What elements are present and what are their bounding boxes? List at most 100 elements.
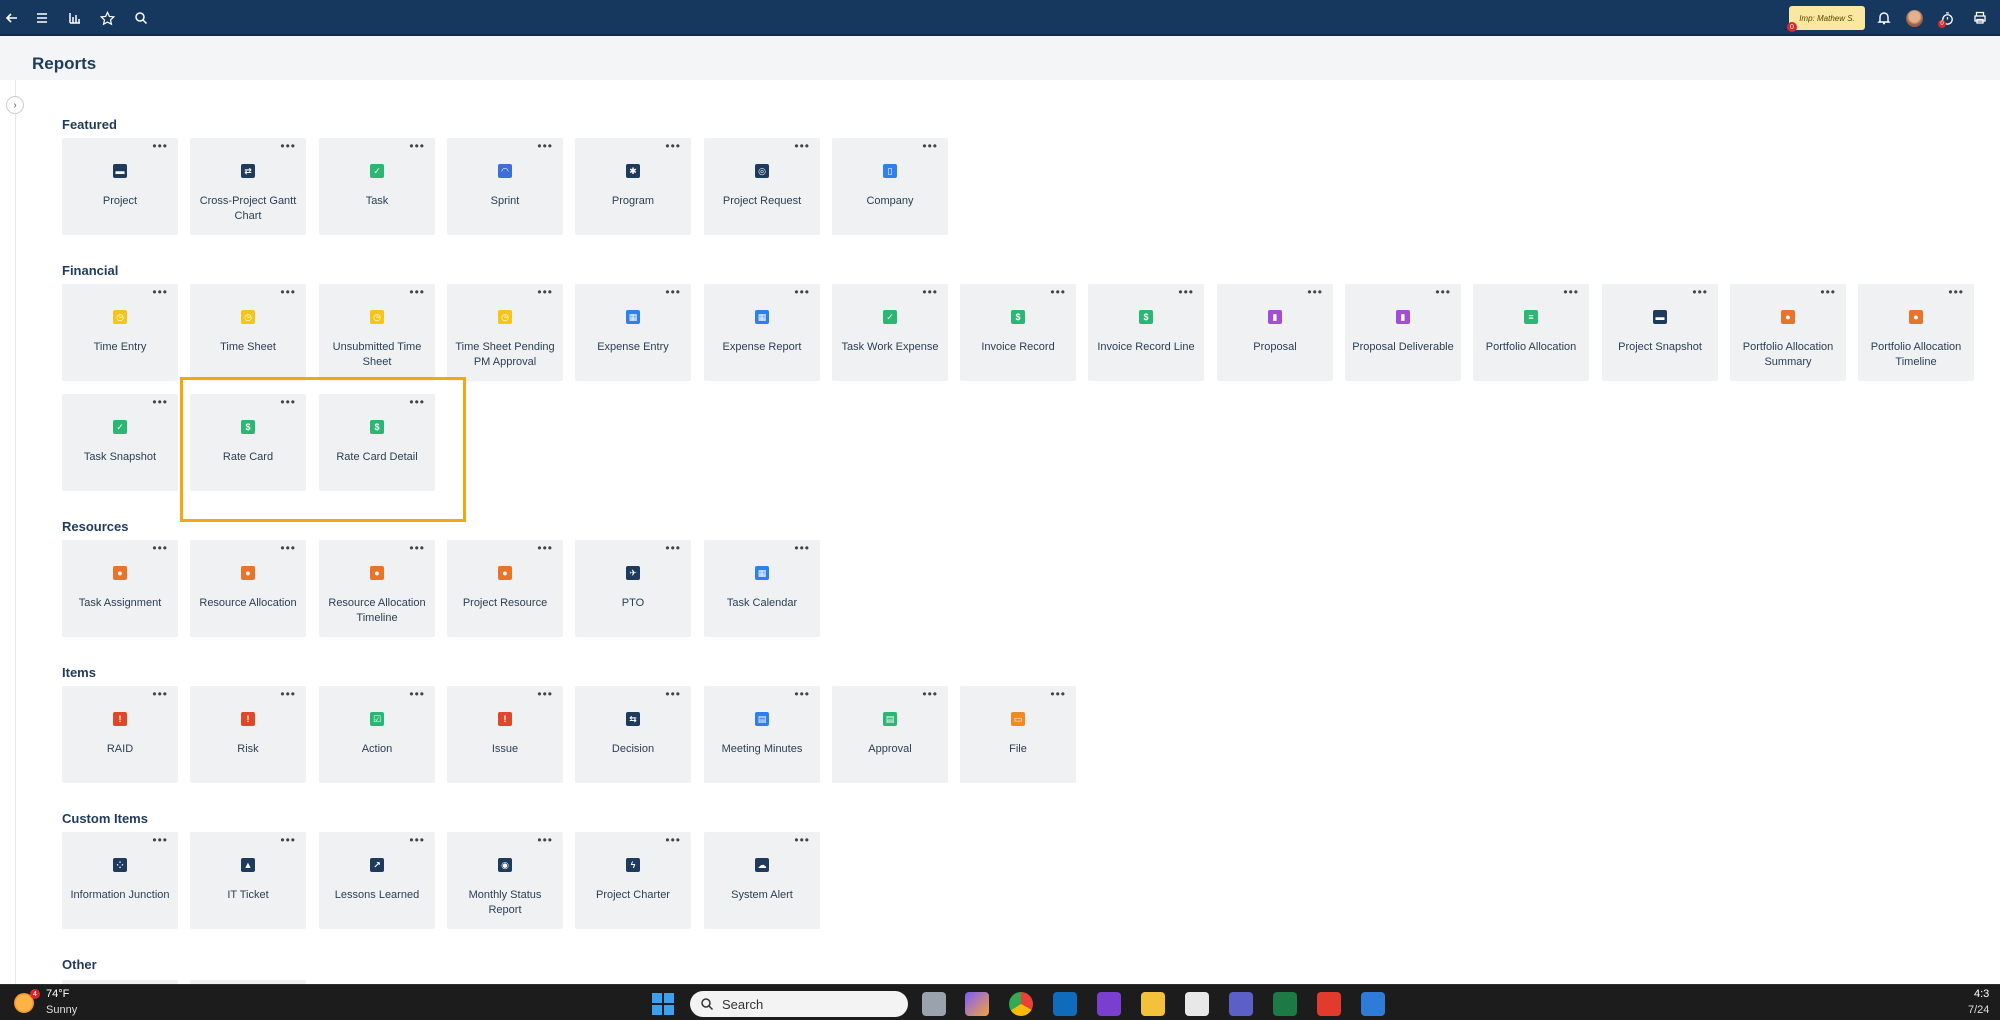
app-s-red-icon[interactable]: [1317, 992, 1341, 1016]
report-tile[interactable]: ••• ● Task Assignment: [62, 540, 178, 637]
report-tile[interactable]: ••• ☑ Action: [319, 686, 435, 783]
report-tile[interactable]: ••• ▤ Approval: [832, 686, 948, 783]
report-tile[interactable]: ••• ⇄ Cross-Project Gantt Chart: [190, 138, 306, 235]
more-options-icon[interactable]: •••: [409, 688, 425, 700]
report-tile[interactable]: ••• ▲ IT Ticket: [190, 832, 306, 929]
more-options-icon[interactable]: •••: [280, 286, 296, 298]
report-tile[interactable]: ••• ◷ Time Entry: [62, 284, 178, 381]
portfolio-chart-icon[interactable]: [63, 6, 87, 30]
excel-icon[interactable]: [1273, 992, 1297, 1016]
task-view-icon[interactable]: [922, 992, 946, 1016]
outlook-icon[interactable]: [1053, 992, 1077, 1016]
more-options-icon[interactable]: •••: [409, 542, 425, 554]
windows-start-icon[interactable]: [652, 993, 674, 1015]
report-tile[interactable]: ••• ≡ Portfolio Allocation: [1473, 284, 1589, 381]
report-tile[interactable]: ••• ✱ Program: [575, 138, 691, 235]
more-options-icon[interactable]: •••: [665, 834, 681, 846]
report-tile[interactable]: ••• ● Resource Allocation Timeline: [319, 540, 435, 637]
star-favorites-icon[interactable]: [95, 6, 119, 30]
more-options-icon[interactable]: •••: [1692, 286, 1708, 298]
more-options-icon[interactable]: •••: [665, 140, 681, 152]
report-tile[interactable]: ••• $ Rate Card Detail: [319, 394, 435, 491]
report-tile[interactable]: ••• ▬ Project Snapshot: [1602, 284, 1718, 381]
more-options-icon[interactable]: •••: [152, 542, 168, 554]
report-tile[interactable]: ••• $ Rate Card: [190, 394, 306, 491]
more-options-icon[interactable]: •••: [409, 286, 425, 298]
more-options-icon[interactable]: •••: [1820, 286, 1836, 298]
more-options-icon[interactable]: •••: [280, 396, 296, 408]
report-tile[interactable]: ••• $ Invoice Record: [960, 284, 1076, 381]
report-tile[interactable]: ••• ▮ Proposal: [1217, 284, 1333, 381]
report-tile[interactable]: ••• ✈ PTO: [575, 540, 691, 637]
more-options-icon[interactable]: •••: [794, 688, 810, 700]
hamburger-menu-icon[interactable]: [30, 6, 54, 30]
more-options-icon[interactable]: •••: [1563, 286, 1579, 298]
more-options-icon[interactable]: •••: [537, 834, 553, 846]
report-tile[interactable]: ••• ✓ Task Work Expense: [832, 284, 948, 381]
report-tile[interactable]: ••• ▦ Expense Report: [704, 284, 820, 381]
print-icon[interactable]: [1968, 6, 1992, 30]
more-options-icon[interactable]: •••: [922, 140, 938, 152]
more-options-icon[interactable]: •••: [922, 286, 938, 298]
more-options-icon[interactable]: •••: [1050, 688, 1066, 700]
app-s-blue-icon[interactable]: [1361, 992, 1385, 1016]
search-icon[interactable]: [129, 6, 153, 30]
more-options-icon[interactable]: •••: [1307, 286, 1323, 298]
report-tile[interactable]: ••• $ Invoice Record Line: [1088, 284, 1204, 381]
more-options-icon[interactable]: •••: [1050, 286, 1066, 298]
report-tile[interactable]: ••• ◷ Unsubmitted Time Sheet: [319, 284, 435, 381]
report-tile[interactable]: ••• ✓ Task: [319, 138, 435, 235]
report-tile[interactable]: ••• ◷ Time Sheet: [190, 284, 306, 381]
expand-sidebar-button[interactable]: ›: [6, 96, 24, 114]
more-options-icon[interactable]: •••: [537, 688, 553, 700]
more-options-icon[interactable]: •••: [537, 286, 553, 298]
visual-studio-icon[interactable]: [1097, 992, 1121, 1016]
report-tile[interactable]: ••• ✓ Task Snapshot: [62, 394, 178, 491]
report-tile[interactable]: ••• ↗ Lessons Learned: [319, 832, 435, 929]
more-options-icon[interactable]: •••: [1435, 286, 1451, 298]
more-options-icon[interactable]: •••: [665, 688, 681, 700]
user-avatar[interactable]: [1906, 10, 1923, 27]
report-tile[interactable]: ••• ▭ File: [960, 686, 1076, 783]
bell-notifications-icon[interactable]: [1872, 6, 1896, 30]
more-options-icon[interactable]: •••: [280, 688, 296, 700]
report-tile[interactable]: ••• ● Project Resource: [447, 540, 563, 637]
more-options-icon[interactable]: •••: [152, 396, 168, 408]
more-options-icon[interactable]: •••: [152, 688, 168, 700]
report-tile[interactable]: ••• ◠ Sprint: [447, 138, 563, 235]
more-options-icon[interactable]: •••: [537, 542, 553, 554]
report-tile[interactable]: ••• ⇆ Decision: [575, 686, 691, 783]
more-options-icon[interactable]: •••: [280, 542, 296, 554]
file-explorer-icon[interactable]: [1141, 992, 1165, 1016]
more-options-icon[interactable]: •••: [409, 396, 425, 408]
report-tile[interactable]: ••• ▬ Project: [62, 138, 178, 235]
report-tile[interactable]: •••! Risk: [190, 686, 306, 783]
more-options-icon[interactable]: •••: [665, 286, 681, 298]
report-tile[interactable]: ••• ● Portfolio Allocation Summary: [1730, 284, 1846, 381]
snipping-tool-icon[interactable]: [1185, 992, 1209, 1016]
report-tile[interactable]: ••• ▤ Meeting Minutes: [704, 686, 820, 783]
report-tile[interactable]: ••• ◉ Monthly Status Report: [447, 832, 563, 929]
more-options-icon[interactable]: •••: [1948, 286, 1964, 298]
more-options-icon[interactable]: •••: [152, 834, 168, 846]
report-tile[interactable]: •••! Issue: [447, 686, 563, 783]
more-options-icon[interactable]: •••: [1178, 286, 1194, 298]
more-options-icon[interactable]: •••: [152, 286, 168, 298]
report-tile[interactable]: ••• ▯ Company: [832, 138, 948, 235]
report-tile[interactable]: ••• ⁘ Information Junction: [62, 832, 178, 929]
report-tile[interactable]: ••• ◷ Time Sheet Pending PM Approval: [447, 284, 563, 381]
report-tile[interactable]: ••• ● Portfolio Allocation Timeline: [1858, 284, 1974, 381]
report-tile[interactable]: ••• ▦ Expense Entry: [575, 284, 691, 381]
report-tile[interactable]: ••• ▦ Task Calendar: [704, 540, 820, 637]
chrome-icon[interactable]: [1009, 992, 1033, 1016]
report-tile[interactable]: ••• ● Resource Allocation: [190, 540, 306, 637]
stopwatch-timer-icon[interactable]: 0: [1935, 6, 1959, 30]
more-options-icon[interactable]: •••: [280, 140, 296, 152]
more-options-icon[interactable]: •••: [794, 286, 810, 298]
more-options-icon[interactable]: •••: [409, 834, 425, 846]
more-options-icon[interactable]: •••: [537, 140, 553, 152]
back-arrow-icon[interactable]: [0, 6, 24, 30]
more-options-icon[interactable]: •••: [922, 688, 938, 700]
report-tile[interactable]: ••• ▮ Proposal Deliverable: [1345, 284, 1461, 381]
impersonation-badge[interactable]: Imp: Mathew S. 0: [1787, 6, 1865, 32]
